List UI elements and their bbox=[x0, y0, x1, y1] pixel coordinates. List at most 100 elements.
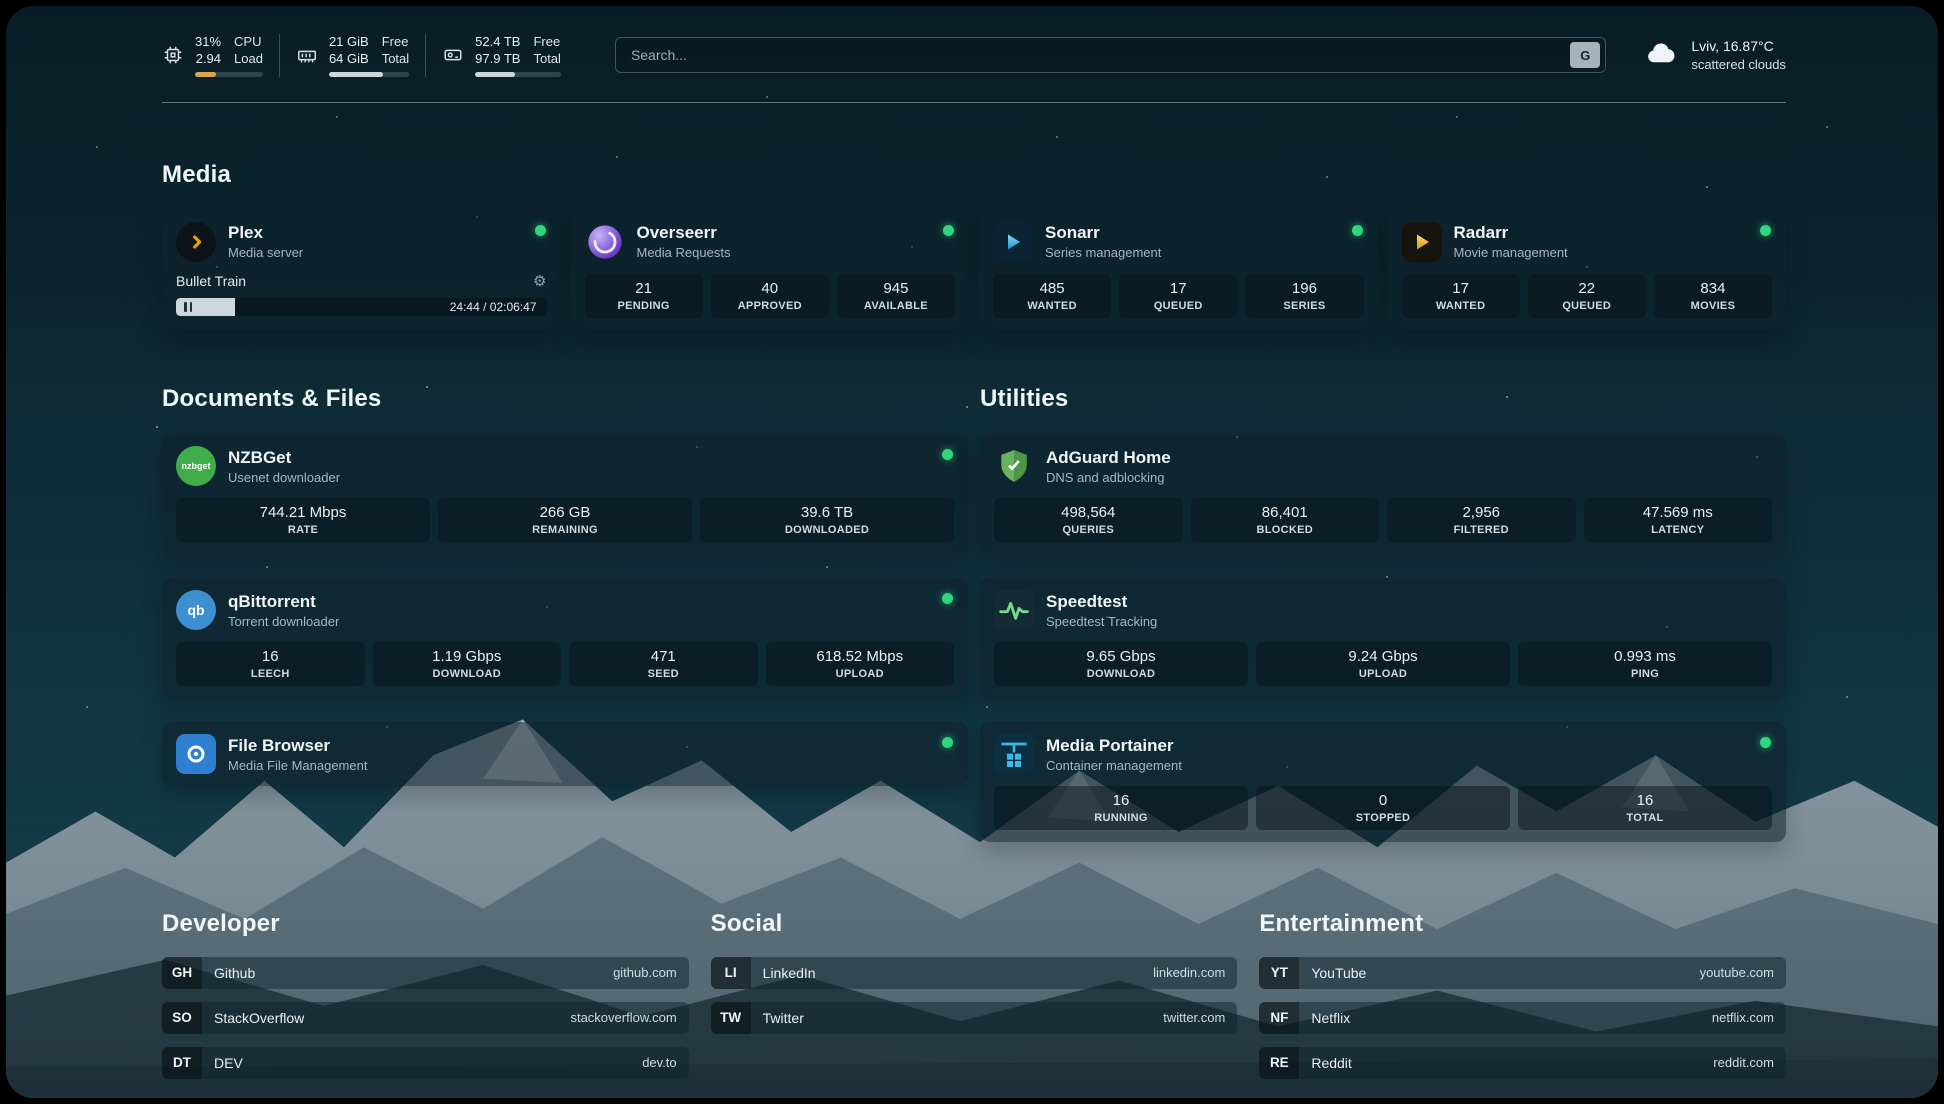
tile-value: 266 GB bbox=[540, 504, 591, 521]
bookmark-abbr: YT bbox=[1259, 957, 1299, 989]
bookmark-name: Netflix bbox=[1311, 1010, 1350, 1026]
stat-tile: 2,956 FILTERED bbox=[1387, 498, 1576, 542]
tile-label: SERIES bbox=[1283, 300, 1325, 312]
stat-tile: 834 MOVIES bbox=[1654, 274, 1772, 318]
stat-tile: 0.993 ms PING bbox=[1518, 642, 1772, 686]
stat-tile: 21 PENDING bbox=[585, 274, 703, 318]
bookmark-netflix[interactable]: NF Netflix netflix.com bbox=[1259, 1002, 1786, 1034]
bookmark-group-entertainment: Entertainment YT YouTube youtube.com NF … bbox=[1259, 890, 1786, 1079]
speedtest-icon bbox=[994, 590, 1034, 630]
portainer-card[interactable]: Media Portainer Container management 16 … bbox=[980, 722, 1786, 842]
section-title-documents: Documents & Files bbox=[162, 385, 968, 414]
stat-tile: 16 RUNNING bbox=[994, 786, 1248, 830]
memory-usage-bar bbox=[329, 72, 409, 77]
playback-time: 24:44 / 02:06:47 bbox=[450, 300, 537, 314]
bookmark-name: LinkedIn bbox=[763, 965, 816, 981]
cpu-icon bbox=[162, 44, 184, 66]
plex-card[interactable]: Plex Media server Bullet Train ⚙ 24:44 /… bbox=[162, 210, 561, 330]
memory-widget: 21 GiB 64 GiB Free Total bbox=[279, 34, 425, 77]
bookmark-url: dev.to bbox=[642, 1055, 676, 1070]
app-name: Media Portainer bbox=[1046, 736, 1182, 756]
stat-tile: 498,564 QUERIES bbox=[994, 498, 1183, 542]
tile-value: 16 bbox=[1637, 792, 1654, 809]
tile-label: LEECH bbox=[251, 668, 290, 680]
stat-label: Load bbox=[234, 51, 263, 68]
hardware-stats: 31% 2.94 CPU Load bbox=[162, 34, 577, 77]
app-name: Speedtest bbox=[1046, 592, 1157, 612]
tile-value: 39.6 TB bbox=[801, 504, 853, 521]
tile-label: LATENCY bbox=[1651, 524, 1704, 536]
bookmark-url: netflix.com bbox=[1712, 1010, 1774, 1025]
status-dot bbox=[535, 225, 546, 236]
stat-tile: 47.569 ms LATENCY bbox=[1584, 498, 1773, 542]
speedtest-card[interactable]: Speedtest Speedtest Tracking 9.65 Gbps D… bbox=[980, 578, 1786, 698]
stat-tile: 471 SEED bbox=[569, 642, 758, 686]
nzbget-icon: nzbget bbox=[176, 446, 216, 486]
tile-label: QUEUED bbox=[1562, 300, 1611, 312]
tile-label: RATE bbox=[288, 524, 318, 536]
adguard-icon bbox=[994, 446, 1034, 486]
filebrowser-card[interactable]: File Browser Media File Management bbox=[162, 722, 968, 786]
search-engine-button[interactable]: G bbox=[1570, 42, 1600, 68]
bookmark-abbr: GH bbox=[162, 957, 202, 989]
stat-value: 2.94 bbox=[196, 51, 221, 68]
tile-label: APPROVED bbox=[738, 300, 802, 312]
pause-button[interactable] bbox=[184, 302, 192, 312]
tile-value: 618.52 Mbps bbox=[816, 648, 903, 665]
bookmark-url: twitter.com bbox=[1163, 1010, 1225, 1025]
tile-label: TOTAL bbox=[1626, 812, 1663, 824]
search-bar: G bbox=[615, 37, 1606, 73]
section-title-media: Media bbox=[162, 161, 1786, 190]
media-grid: Plex Media server Bullet Train ⚙ 24:44 /… bbox=[162, 210, 1786, 330]
disk-widget: 52.4 TB 97.9 TB Free Total bbox=[425, 34, 577, 77]
app-name: NZBGet bbox=[228, 448, 340, 468]
overseerr-card[interactable]: Overseerr Media Requests 21 PENDING 40 A… bbox=[571, 210, 970, 330]
tile-value: 16 bbox=[1113, 792, 1130, 809]
bookmark-youtube[interactable]: YT YouTube youtube.com bbox=[1259, 957, 1786, 989]
tile-label: QUERIES bbox=[1062, 524, 1114, 536]
bookmark-name: Reddit bbox=[1311, 1055, 1351, 1071]
radarr-card[interactable]: Radarr Movie management 17 WANTED 22 QUE… bbox=[1388, 210, 1787, 330]
stat-tile: 9.24 Gbps UPLOAD bbox=[1256, 642, 1510, 686]
bookmark-linkedin[interactable]: LI LinkedIn linkedin.com bbox=[711, 957, 1238, 989]
app-subtitle: Media File Management bbox=[228, 758, 367, 773]
bookmark-dev[interactable]: DT DEV dev.to bbox=[162, 1047, 689, 1079]
qbittorrent-card[interactable]: qb qBittorrent Torrent downloader 16 LEE… bbox=[162, 578, 968, 698]
sonarr-card[interactable]: Sonarr Series management 485 WANTED 17 Q… bbox=[979, 210, 1378, 330]
bookmark-github[interactable]: GH Github github.com bbox=[162, 957, 689, 989]
bookmark-stackoverflow[interactable]: SO StackOverflow stackoverflow.com bbox=[162, 1002, 689, 1034]
cpu-usage-bar bbox=[195, 72, 263, 77]
tile-label: MOVIES bbox=[1691, 300, 1736, 312]
tile-label: WANTED bbox=[1436, 300, 1485, 312]
bookmark-name: Twitter bbox=[763, 1010, 804, 1026]
stat-label: Total bbox=[533, 51, 560, 68]
tile-value: 1.19 Gbps bbox=[432, 648, 501, 665]
top-bar: 31% 2.94 CPU Load bbox=[162, 34, 1786, 77]
stat-label: Free bbox=[533, 34, 560, 51]
nzbget-card[interactable]: nzbget NZBGet Usenet downloader 744.21 M… bbox=[162, 434, 968, 554]
search-input[interactable] bbox=[629, 46, 1570, 64]
bookmark-url: youtube.com bbox=[1700, 965, 1774, 980]
tile-value: 945 bbox=[883, 280, 908, 297]
stat-value: 21 GiB bbox=[329, 34, 369, 51]
bookmark-reddit[interactable]: RE Reddit reddit.com bbox=[1259, 1047, 1786, 1079]
tile-value: 834 bbox=[1700, 280, 1725, 297]
tile-value: 498,564 bbox=[1061, 504, 1115, 521]
bookmark-name: StackOverflow bbox=[214, 1010, 304, 1026]
tile-value: 16 bbox=[262, 648, 279, 665]
bookmark-name: DEV bbox=[214, 1055, 243, 1071]
adguard-card[interactable]: AdGuard Home DNS and adblocking 498,564 … bbox=[980, 434, 1786, 554]
app-subtitle: Movie management bbox=[1454, 245, 1568, 260]
section-title-social: Social bbox=[711, 910, 1238, 939]
tile-label: SEED bbox=[648, 668, 679, 680]
bookmark-group-developer: Developer GH Github github.com SO StackO… bbox=[162, 890, 689, 1079]
stat-tile: 945 AVAILABLE bbox=[837, 274, 955, 318]
tile-value: 9.65 Gbps bbox=[1086, 648, 1155, 665]
bookmark-url: github.com bbox=[613, 965, 677, 980]
tile-label: FILTERED bbox=[1454, 524, 1509, 536]
gear-icon[interactable]: ⚙ bbox=[533, 272, 546, 290]
stat-value: 52.4 TB bbox=[475, 34, 520, 51]
stat-tile: 1.19 Gbps DOWNLOAD bbox=[373, 642, 562, 686]
tile-value: 21 bbox=[635, 280, 652, 297]
bookmark-twitter[interactable]: TW Twitter twitter.com bbox=[711, 1002, 1238, 1034]
